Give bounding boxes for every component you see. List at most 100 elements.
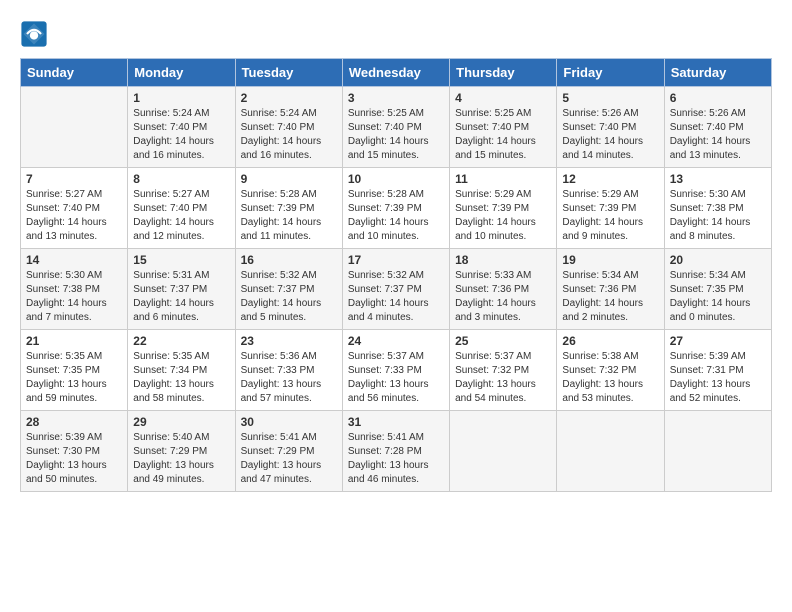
calendar-cell: 22 Sunrise: 5:35 AM Sunset: 7:34 PM Dayli… bbox=[128, 330, 235, 411]
calendar-cell: 10 Sunrise: 5:28 AM Sunset: 7:39 PM Dayli… bbox=[342, 168, 449, 249]
day-number: 19 bbox=[562, 253, 658, 267]
day-info: Sunrise: 5:36 AM Sunset: 7:33 PM Dayligh… bbox=[241, 350, 337, 406]
day-number: 28 bbox=[26, 415, 122, 429]
calendar-cell: 26 Sunrise: 5:38 AM Sunset: 7:32 PM Dayli… bbox=[557, 330, 664, 411]
column-header-saturday: Saturday bbox=[664, 59, 771, 87]
calendar-cell bbox=[664, 411, 771, 492]
calendar-cell: 2Sunrise: 5:24 AM Sunset: 7:40 PM Daylig… bbox=[235, 87, 342, 168]
day-number: 30 bbox=[241, 415, 337, 429]
day-info: Sunrise: 5:32 AM Sunset: 7:37 PM Dayligh… bbox=[241, 269, 337, 325]
calendar-cell: 11 Sunrise: 5:29 AM Sunset: 7:39 PM Dayli… bbox=[450, 168, 557, 249]
calendar-cell bbox=[21, 87, 128, 168]
calendar-cell: 18Sunrise: 5:33 AM Sunset: 7:36 PM Dayli… bbox=[450, 249, 557, 330]
calendar-cell: 23 Sunrise: 5:36 AM Sunset: 7:33 PM Dayli… bbox=[235, 330, 342, 411]
day-info: Sunrise: 5:29 AM Sunset: 7:39 PM Dayligh… bbox=[455, 188, 551, 244]
calendar-cell: 27 Sunrise: 5:39 AM Sunset: 7:31 PM Dayli… bbox=[664, 330, 771, 411]
calendar-cell: 6 Sunrise: 5:26 AM Sunset: 7:40 PM Daylig… bbox=[664, 87, 771, 168]
calendar-cell: 14 Sunrise: 5:30 AM Sunset: 7:38 PM Dayli… bbox=[21, 249, 128, 330]
day-info: Sunrise: 5:37 AM Sunset: 7:32 PM Dayligh… bbox=[455, 350, 551, 406]
day-number: 18 bbox=[455, 253, 551, 267]
day-info: Sunrise: 5:29 AM Sunset: 7:39 PM Dayligh… bbox=[562, 188, 658, 244]
calendar-cell: 20Sunrise: 5:34 AM Sunset: 7:35 PM Dayli… bbox=[664, 249, 771, 330]
day-number: 14 bbox=[26, 253, 122, 267]
day-info: Sunrise: 5:41 AM Sunset: 7:29 PM Dayligh… bbox=[241, 431, 337, 487]
column-header-tuesday: Tuesday bbox=[235, 59, 342, 87]
day-number: 21 bbox=[26, 334, 122, 348]
day-number: 26 bbox=[562, 334, 658, 348]
day-info: Sunrise: 5:30 AM Sunset: 7:38 PM Dayligh… bbox=[26, 269, 122, 325]
day-info: Sunrise: 5:39 AM Sunset: 7:30 PM Dayligh… bbox=[26, 431, 122, 487]
day-number: 23 bbox=[241, 334, 337, 348]
day-number: 12 bbox=[562, 172, 658, 186]
day-info: Sunrise: 5:34 AM Sunset: 7:36 PM Dayligh… bbox=[562, 269, 658, 325]
page-header bbox=[20, 20, 772, 48]
day-info: Sunrise: 5:39 AM Sunset: 7:31 PM Dayligh… bbox=[670, 350, 766, 406]
day-number: 4 bbox=[455, 91, 551, 105]
day-info: Sunrise: 5:24 AM Sunset: 7:40 PM Dayligh… bbox=[241, 107, 337, 163]
day-number: 3 bbox=[348, 91, 444, 105]
day-number: 22 bbox=[133, 334, 229, 348]
calendar-cell: 3 Sunrise: 5:25 AM Sunset: 7:40 PM Daylig… bbox=[342, 87, 449, 168]
day-number: 27 bbox=[670, 334, 766, 348]
day-number: 25 bbox=[455, 334, 551, 348]
day-number: 8 bbox=[133, 172, 229, 186]
day-info: Sunrise: 5:26 AM Sunset: 7:40 PM Dayligh… bbox=[670, 107, 766, 163]
day-info: Sunrise: 5:28 AM Sunset: 7:39 PM Dayligh… bbox=[241, 188, 337, 244]
calendar-cell bbox=[557, 411, 664, 492]
calendar-cell: 7 Sunrise: 5:27 AM Sunset: 7:40 PM Daylig… bbox=[21, 168, 128, 249]
day-info: Sunrise: 5:40 AM Sunset: 7:29 PM Dayligh… bbox=[133, 431, 229, 487]
column-header-sunday: Sunday bbox=[21, 59, 128, 87]
calendar-cell: 15 Sunrise: 5:31 AM Sunset: 7:37 PM Dayli… bbox=[128, 249, 235, 330]
day-number: 7 bbox=[26, 172, 122, 186]
calendar-table: SundayMondayTuesdayWednesdayThursdayFrid… bbox=[20, 58, 772, 492]
day-number: 17 bbox=[348, 253, 444, 267]
calendar-cell: 25 Sunrise: 5:37 AM Sunset: 7:32 PM Dayli… bbox=[450, 330, 557, 411]
day-number: 20 bbox=[670, 253, 766, 267]
day-number: 11 bbox=[455, 172, 551, 186]
column-headers-row: SundayMondayTuesdayWednesdayThursdayFrid… bbox=[21, 59, 772, 87]
day-info: Sunrise: 5:25 AM Sunset: 7:40 PM Dayligh… bbox=[455, 107, 551, 163]
day-info: Sunrise: 5:27 AM Sunset: 7:40 PM Dayligh… bbox=[133, 188, 229, 244]
day-info: Sunrise: 5:41 AM Sunset: 7:28 PM Dayligh… bbox=[348, 431, 444, 487]
day-info: Sunrise: 5:25 AM Sunset: 7:40 PM Dayligh… bbox=[348, 107, 444, 163]
calendar-cell: 9Sunrise: 5:28 AM Sunset: 7:39 PM Daylig… bbox=[235, 168, 342, 249]
column-header-thursday: Thursday bbox=[450, 59, 557, 87]
calendar-cell: 29 Sunrise: 5:40 AM Sunset: 7:29 PM Dayli… bbox=[128, 411, 235, 492]
day-info: Sunrise: 5:35 AM Sunset: 7:35 PM Dayligh… bbox=[26, 350, 122, 406]
calendar-cell: 16 Sunrise: 5:32 AM Sunset: 7:37 PM Dayli… bbox=[235, 249, 342, 330]
week-row-3: 14 Sunrise: 5:30 AM Sunset: 7:38 PM Dayli… bbox=[21, 249, 772, 330]
day-number: 16 bbox=[241, 253, 337, 267]
calendar-cell: 12 Sunrise: 5:29 AM Sunset: 7:39 PM Dayli… bbox=[557, 168, 664, 249]
day-number: 29 bbox=[133, 415, 229, 429]
day-info: Sunrise: 5:37 AM Sunset: 7:33 PM Dayligh… bbox=[348, 350, 444, 406]
day-number: 1 bbox=[133, 91, 229, 105]
day-info: Sunrise: 5:35 AM Sunset: 7:34 PM Dayligh… bbox=[133, 350, 229, 406]
day-info: Sunrise: 5:24 AM Sunset: 7:40 PM Dayligh… bbox=[133, 107, 229, 163]
day-number: 6 bbox=[670, 91, 766, 105]
logo-icon bbox=[20, 20, 48, 48]
calendar-body: 1 Sunrise: 5:24 AM Sunset: 7:40 PM Daylig… bbox=[21, 87, 772, 492]
day-number: 13 bbox=[670, 172, 766, 186]
day-info: Sunrise: 5:32 AM Sunset: 7:37 PM Dayligh… bbox=[348, 269, 444, 325]
column-header-friday: Friday bbox=[557, 59, 664, 87]
day-info: Sunrise: 5:27 AM Sunset: 7:40 PM Dayligh… bbox=[26, 188, 122, 244]
calendar-cell: 30 Sunrise: 5:41 AM Sunset: 7:29 PM Dayli… bbox=[235, 411, 342, 492]
week-row-2: 7 Sunrise: 5:27 AM Sunset: 7:40 PM Daylig… bbox=[21, 168, 772, 249]
calendar-cell: 19 Sunrise: 5:34 AM Sunset: 7:36 PM Dayli… bbox=[557, 249, 664, 330]
day-number: 5 bbox=[562, 91, 658, 105]
day-number: 10 bbox=[348, 172, 444, 186]
calendar-cell: 4 Sunrise: 5:25 AM Sunset: 7:40 PM Daylig… bbox=[450, 87, 557, 168]
column-header-monday: Monday bbox=[128, 59, 235, 87]
calendar-cell bbox=[450, 411, 557, 492]
week-row-1: 1 Sunrise: 5:24 AM Sunset: 7:40 PM Daylig… bbox=[21, 87, 772, 168]
day-info: Sunrise: 5:38 AM Sunset: 7:32 PM Dayligh… bbox=[562, 350, 658, 406]
calendar-cell: 24 Sunrise: 5:37 AM Sunset: 7:33 PM Dayli… bbox=[342, 330, 449, 411]
day-number: 15 bbox=[133, 253, 229, 267]
day-info: Sunrise: 5:31 AM Sunset: 7:37 PM Dayligh… bbox=[133, 269, 229, 325]
calendar-cell: 17 Sunrise: 5:32 AM Sunset: 7:37 PM Dayli… bbox=[342, 249, 449, 330]
day-info: Sunrise: 5:26 AM Sunset: 7:40 PM Dayligh… bbox=[562, 107, 658, 163]
day-number: 24 bbox=[348, 334, 444, 348]
logo bbox=[20, 20, 50, 48]
calendar-cell: 13Sunrise: 5:30 AM Sunset: 7:38 PM Dayli… bbox=[664, 168, 771, 249]
day-info: Sunrise: 5:28 AM Sunset: 7:39 PM Dayligh… bbox=[348, 188, 444, 244]
